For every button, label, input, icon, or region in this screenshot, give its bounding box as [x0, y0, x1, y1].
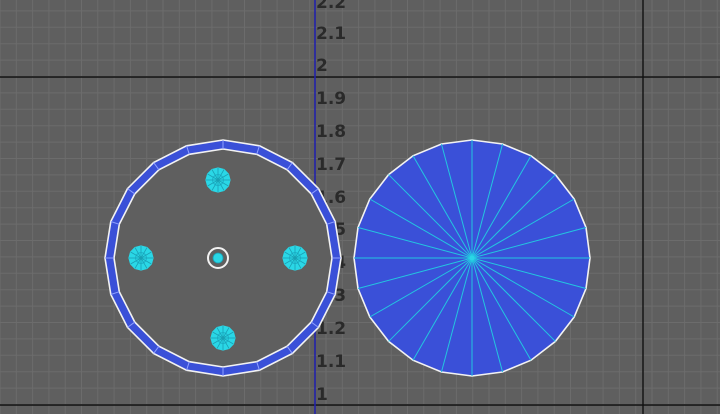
tick-label: 1.7	[316, 155, 346, 175]
center-hole-vertex	[212, 252, 224, 264]
uv-editor-viewport[interactable]: 2.2 2.1 2 1.9 1.8 1.7 1.6 1.5 1.4 1.3 1.…	[0, 0, 720, 414]
tick-label: 2	[316, 56, 328, 76]
tick-label: 2.1	[316, 24, 346, 44]
hole-top[interactable]	[205, 167, 231, 193]
tick-label: 1.9	[316, 89, 346, 109]
tick-label: 2.2	[316, 0, 346, 13]
left-ring-object[interactable]	[104, 139, 342, 377]
right-disc-object[interactable]	[353, 139, 591, 377]
viewport-background	[0, 0, 720, 414]
disc-center-vertex	[469, 255, 475, 261]
tick-label: 1.1	[316, 352, 346, 372]
tick-label: 1.8	[316, 122, 346, 142]
hole-right[interactable]	[282, 245, 308, 271]
hole-left[interactable]	[128, 245, 154, 271]
tick-label: 1	[316, 385, 328, 405]
hole-bottom[interactable]	[210, 325, 236, 351]
